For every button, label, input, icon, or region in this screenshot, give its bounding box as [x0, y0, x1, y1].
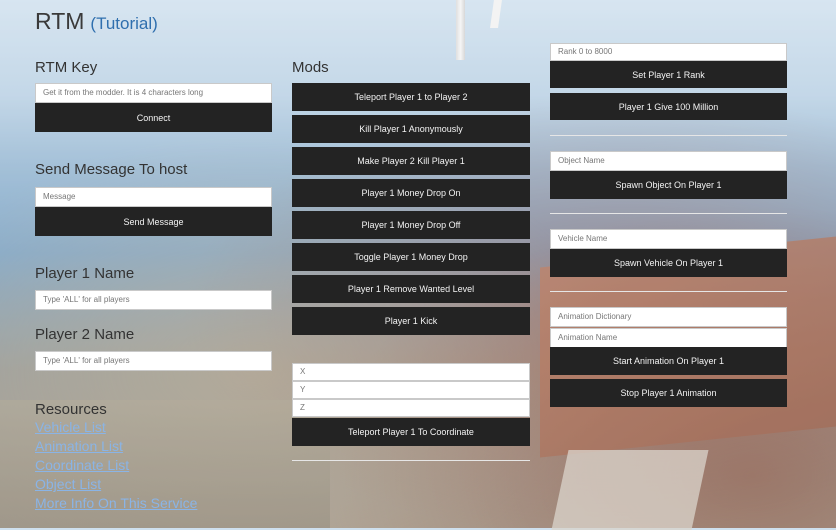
coord-x-input[interactable]: X — [292, 363, 530, 381]
more-info-link[interactable]: More Info On This Service — [35, 495, 197, 511]
animation-dictionary-input[interactable]: Animation Dictionary — [550, 307, 787, 327]
player-1-name-input[interactable]: Type 'ALL' for all players — [35, 290, 272, 310]
connect-button[interactable]: Connect — [35, 103, 272, 132]
animation-list-link[interactable]: Animation List — [35, 438, 123, 454]
rtm-key-input[interactable]: Get it from the modder. It is 4 characte… — [35, 83, 272, 103]
resources-heading: Resources — [35, 401, 107, 418]
stop-animation-button[interactable]: Stop Player 1 Animation — [550, 379, 787, 407]
player-2-name-heading: Player 2 Name — [35, 326, 135, 343]
make-p2-kill-p1-button[interactable]: Make Player 2 Kill Player 1 — [292, 147, 530, 175]
object-name-input[interactable]: Object Name — [550, 151, 787, 171]
object-list-link[interactable]: Object List — [35, 476, 101, 492]
divider — [550, 135, 787, 136]
divider — [550, 213, 787, 214]
player-2-name-input[interactable]: Type 'ALL' for all players — [35, 351, 272, 371]
message-input[interactable]: Message — [35, 187, 272, 207]
page-title: RTM (Tutorial) — [35, 8, 158, 34]
spawn-vehicle-button[interactable]: Spawn Vehicle On Player 1 — [550, 249, 787, 277]
vehicle-name-input[interactable]: Vehicle Name — [550, 229, 787, 249]
divider — [292, 460, 530, 461]
tutorial-link[interactable]: Tutorial — [96, 14, 152, 33]
coord-y-input[interactable]: Y — [292, 381, 530, 399]
rank-input[interactable]: Rank 0 to 8000 — [550, 43, 787, 61]
mods-heading: Mods — [292, 59, 329, 76]
remove-wanted-level-button[interactable]: Player 1 Remove Wanted Level — [292, 275, 530, 303]
start-animation-button[interactable]: Start Animation On Player 1 — [550, 347, 787, 375]
player-1-name-heading: Player 1 Name — [35, 265, 135, 282]
kill-p1-anonymously-button[interactable]: Kill Player 1 Anonymously — [292, 115, 530, 143]
teleport-to-coordinate-button[interactable]: Teleport Player 1 To Coordinate — [292, 418, 530, 446]
divider — [550, 291, 787, 292]
money-drop-off-button[interactable]: Player 1 Money Drop Off — [292, 211, 530, 239]
money-drop-on-button[interactable]: Player 1 Money Drop On — [292, 179, 530, 207]
set-rank-button[interactable]: Set Player 1 Rank — [550, 61, 787, 88]
teleport-p1-to-p2-button[interactable]: Teleport Player 1 to Player 2 — [292, 83, 530, 111]
spawn-object-button[interactable]: Spawn Object On Player 1 — [550, 171, 787, 199]
kick-player-1-button[interactable]: Player 1 Kick — [292, 307, 530, 335]
give-money-button[interactable]: Player 1 Give 100 Million — [550, 93, 787, 120]
vehicle-list-link[interactable]: Vehicle List — [35, 419, 106, 435]
coord-z-input[interactable]: Z — [292, 399, 530, 417]
animation-name-input[interactable]: Animation Name — [550, 328, 787, 348]
send-message-heading: Send Message To host — [35, 161, 188, 178]
rtm-key-heading: RTM Key — [35, 59, 98, 76]
app-title: RTM — [35, 8, 85, 34]
coordinate-list-link[interactable]: Coordinate List — [35, 457, 129, 473]
toggle-money-drop-button[interactable]: Toggle Player 1 Money Drop — [292, 243, 530, 271]
send-message-button[interactable]: Send Message — [35, 207, 272, 236]
